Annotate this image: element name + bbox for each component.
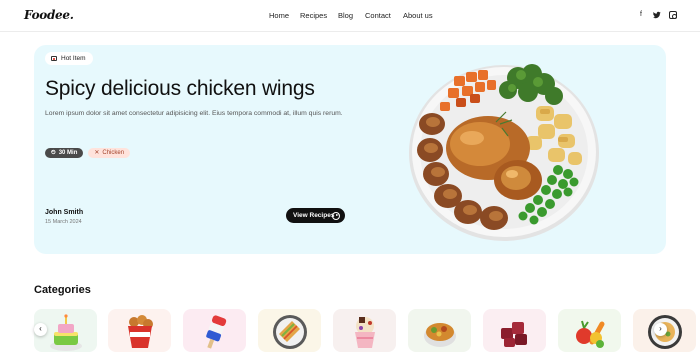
flag-icon (51, 56, 57, 61)
fried-chicken-bucket-icon (128, 315, 153, 348)
hero-title: Spicy delicious chicken wings (45, 77, 315, 100)
categories-carousel: ‹ › (34, 309, 700, 352)
logo[interactable]: Foodee. (24, 8, 74, 22)
twitter-icon[interactable] (653, 11, 661, 19)
sandwich-plate-icon (273, 315, 307, 349)
categories-heading: Categories (34, 284, 91, 296)
nav-blog[interactable]: Blog (338, 11, 365, 20)
chevron-right-icon: › (659, 324, 662, 333)
vegetables-icon (576, 320, 605, 348)
ice-cream-cup-icon (355, 317, 375, 348)
view-recipes-label: View Recipes (293, 212, 335, 219)
chicken-dish-image (409, 64, 599, 241)
noodle-bowl-icon (424, 323, 456, 347)
carousel-next-button[interactable]: › (654, 323, 667, 336)
category-tag-label: Chicken (102, 150, 125, 156)
hot-item-badge: Hot Item (45, 52, 93, 65)
nav-home[interactable]: Home (269, 11, 300, 20)
cake-icon (50, 314, 82, 351)
category-card[interactable] (258, 309, 321, 352)
chevron-left-icon: ‹ (39, 324, 42, 333)
main-nav: Home Recipes Blog Contact About us (269, 11, 433, 20)
nav-about-us[interactable]: About us (403, 11, 433, 20)
category-card[interactable] (483, 309, 546, 352)
timer-icon: ⏲ (51, 150, 56, 156)
category-card[interactable] (183, 309, 246, 352)
category-tag: ✕ Chicken (88, 148, 131, 158)
author-block: John Smith 15 March 2024 (45, 209, 83, 225)
nav-contact[interactable]: Contact (365, 11, 403, 20)
instagram-icon[interactable] (669, 11, 677, 19)
badge-label: Hot Item (61, 55, 86, 62)
nav-recipes[interactable]: Recipes (300, 11, 338, 20)
recipe-tags: ⏲ 30 Min ✕ Chicken (45, 148, 131, 158)
author-date: 15 March 2024 (45, 219, 82, 225)
time-tag-label: 30 Min (58, 150, 78, 156)
site-header: Foodee. Home Recipes Blog Contact About … (0, 0, 700, 32)
hero-description: Lorem ipsum dolor sit amet consectetur a… (45, 110, 343, 117)
view-recipes-button[interactable]: View Recipes (286, 208, 345, 223)
meat-cubes-icon (501, 322, 527, 347)
fork-knife-icon: ✕ (94, 150, 100, 156)
category-card[interactable] (408, 309, 471, 352)
ice-pop-icon (206, 315, 227, 349)
time-tag: ⏲ 30 Min (45, 148, 84, 158)
category-card[interactable] (333, 309, 396, 352)
carousel-prev-button[interactable]: ‹ (34, 323, 47, 336)
facebook-icon[interactable]: f (637, 11, 645, 19)
category-card[interactable] (108, 309, 171, 352)
social-links: f (637, 11, 677, 19)
play-icon (332, 211, 340, 220)
author-name: John Smith (45, 209, 84, 216)
category-card[interactable] (558, 309, 621, 352)
